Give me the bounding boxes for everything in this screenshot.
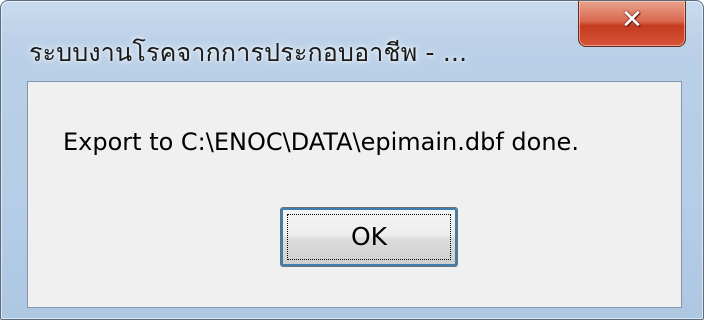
ok-button-label: OK <box>350 222 388 251</box>
message-dialog-window: ระบบงานโรคจากการประกอบอาชีพ - ... ✕ Expo… <box>0 0 704 320</box>
message-text: Export to C:\ENOC\DATA\epimain.dbf done. <box>63 128 579 156</box>
title-bar[interactable]: ระบบงานโรคจากการประกอบอาชีพ - ... ✕ <box>1 1 703 81</box>
ok-button[interactable]: OK <box>280 207 458 267</box>
dialog-content: Export to C:\ENOC\DATA\epimain.dbf done.… <box>27 81 682 308</box>
close-button[interactable]: ✕ <box>578 1 686 47</box>
window-title: ระบบงานโรคจากการประกอบอาชีพ - ... <box>29 38 468 67</box>
close-icon: ✕ <box>621 5 643 35</box>
